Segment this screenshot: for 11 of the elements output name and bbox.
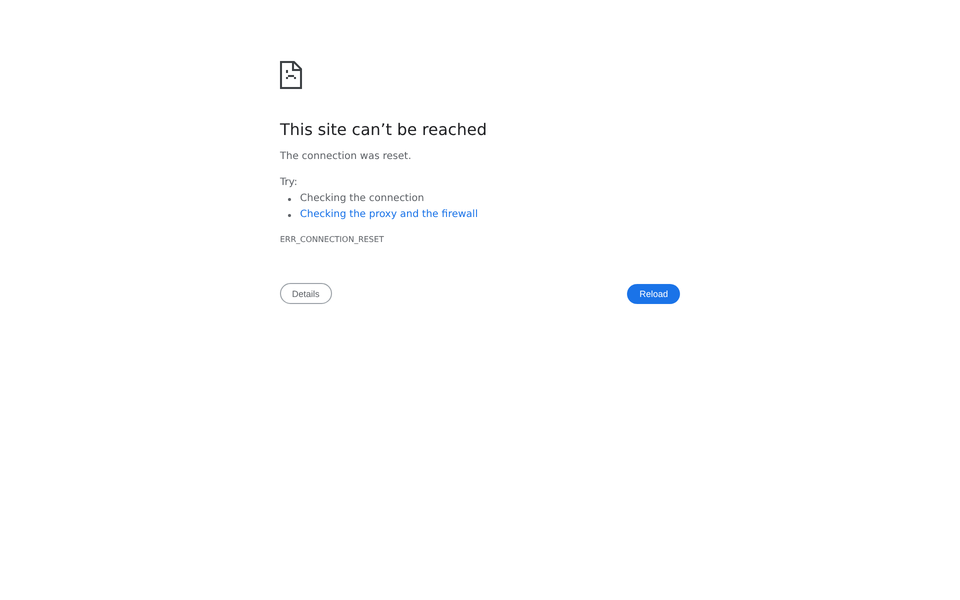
error-heading: This site can’t be reached <box>280 120 487 140</box>
sad-page-icon <box>280 61 302 89</box>
reload-button[interactable]: Reload <box>627 284 680 304</box>
bullet-icon <box>288 214 291 216</box>
try-label: Try: <box>280 176 298 190</box>
suggestion-text: Checking the connection <box>300 192 424 206</box>
error-code: ERR_CONNECTION_RESET <box>280 234 384 246</box>
error-message: The connection was reset. <box>280 150 412 164</box>
proxy-firewall-link[interactable]: Checking the proxy and the firewall <box>300 208 478 222</box>
details-button[interactable]: Details <box>280 283 332 304</box>
bullet-icon <box>288 198 291 200</box>
